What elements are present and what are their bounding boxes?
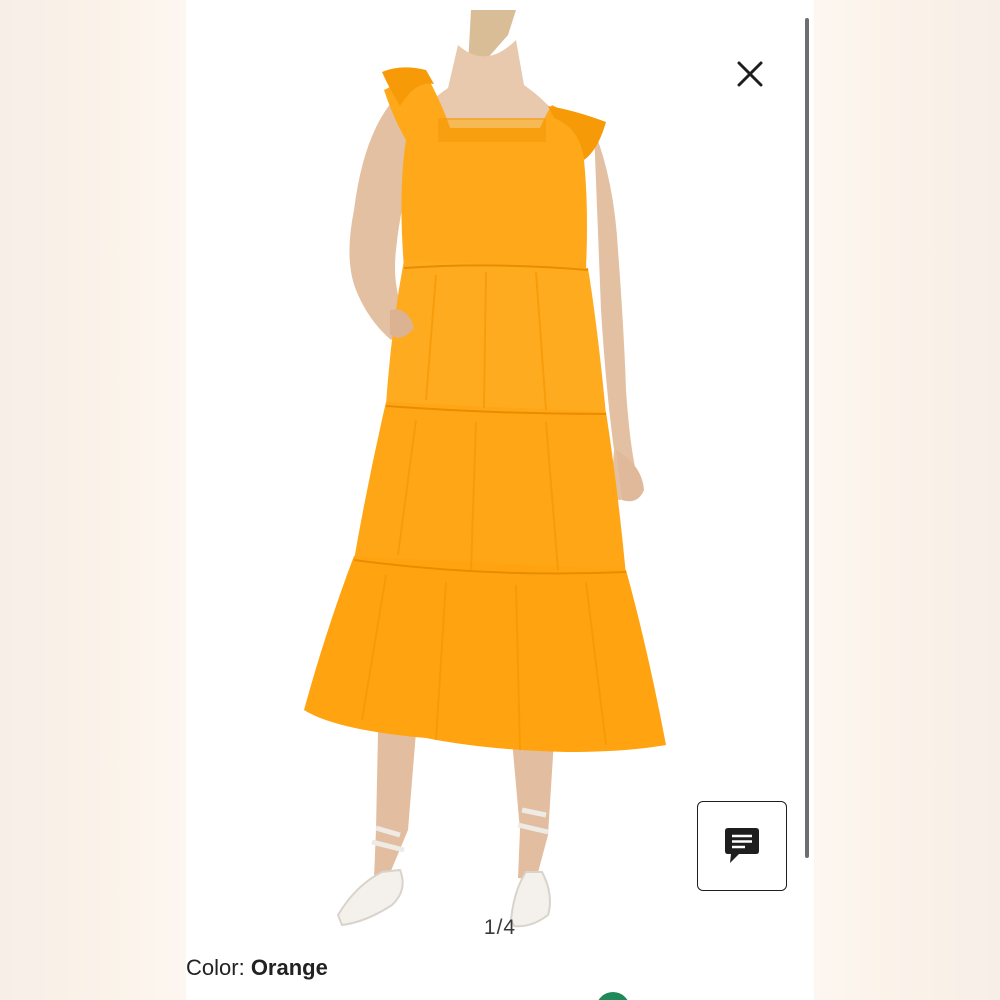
chat-bubble-icon xyxy=(725,828,759,863)
color-swatch[interactable] xyxy=(596,992,630,1000)
image-pager: 1/4 xyxy=(186,916,814,940)
chat-button[interactable] xyxy=(697,801,787,891)
right-blurred-backdrop xyxy=(814,0,1000,1000)
color-info: Color: Orange xyxy=(186,955,328,981)
vertical-scrollbar[interactable] xyxy=(805,18,809,858)
color-label: Color: xyxy=(186,955,245,980)
close-button[interactable] xyxy=(732,56,768,92)
pager-total: 4 xyxy=(503,916,517,939)
color-value: Orange xyxy=(250,955,328,980)
close-icon xyxy=(737,61,763,87)
pager-current: 1 xyxy=(483,916,497,939)
image-viewer: 1/4 Color: Orange xyxy=(186,0,814,1000)
left-blurred-backdrop xyxy=(0,0,186,1000)
